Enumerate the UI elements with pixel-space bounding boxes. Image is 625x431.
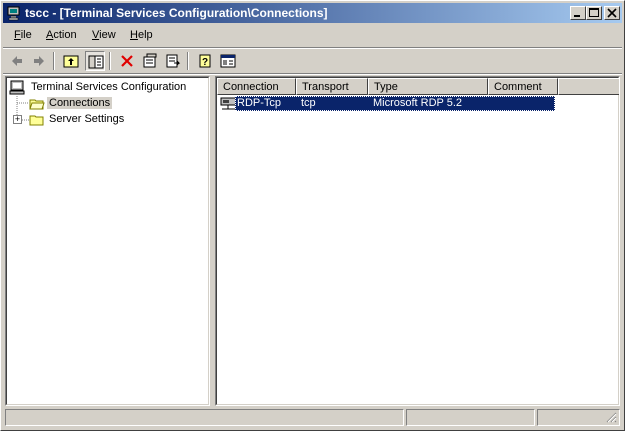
minimize-button[interactable] — [570, 6, 586, 20]
properties-icon — [143, 53, 157, 68]
computer-icon — [9, 80, 25, 95]
cell-transport: tcp — [301, 97, 316, 109]
status-bar-panel-main — [5, 409, 404, 426]
show-hide-tree-button[interactable] — [85, 51, 105, 71]
close-icon — [607, 8, 617, 18]
export-list-icon — [166, 54, 181, 68]
toolbar: ? — [3, 49, 622, 73]
table-row[interactable]: RDP-Tcp tcp Microsoft RDP 5.2 — [217, 96, 555, 111]
console-tree-button[interactable] — [218, 51, 238, 71]
column-header-filler — [558, 78, 619, 95]
back-button[interactable] — [7, 51, 27, 71]
column-header-transport[interactable]: Transport — [296, 78, 368, 95]
column-header-comment[interactable]: Comment — [488, 78, 558, 95]
help-icon: ? — [199, 54, 211, 68]
properties-button[interactable] — [140, 51, 160, 71]
title-bar[interactable]: tscc - [Terminal Services Configuration\… — [3, 3, 622, 23]
maximize-icon — [589, 8, 599, 17]
tscc-app-icon — [7, 6, 20, 21]
delete-icon — [121, 55, 133, 67]
maximize-button[interactable] — [586, 6, 602, 20]
column-header-type[interactable]: Type — [368, 78, 488, 95]
toolbar-separator — [187, 52, 189, 70]
up-one-level-button[interactable] — [61, 51, 81, 71]
toolbar-bottom-separator — [3, 73, 622, 75]
forward-icon — [34, 56, 44, 66]
tree-item-label: Server Settings — [49, 113, 125, 125]
close-button[interactable] — [604, 6, 620, 20]
expand-icon[interactable]: + — [13, 115, 22, 124]
resize-grip-icon[interactable] — [605, 411, 617, 423]
cell-connection: RDP-Tcp — [237, 97, 282, 109]
details-list-pane[interactable]: Connection Transport Type Comment RDP-Tc… — [215, 76, 620, 406]
app-window: tscc - [Terminal Services Configuration\… — [0, 0, 625, 431]
svg-text:?: ? — [202, 57, 208, 68]
delete-button[interactable] — [117, 51, 137, 71]
menu-view[interactable]: View — [92, 29, 116, 41]
status-bar-panel-3 — [537, 409, 620, 426]
export-list-button[interactable] — [163, 51, 183, 71]
show-hide-tree-icon — [88, 55, 104, 69]
folder-icon — [29, 115, 44, 126]
menu-action[interactable]: Action — [46, 29, 77, 41]
menu-help[interactable]: Help — [130, 29, 153, 41]
tree-item-label: Connections — [47, 97, 113, 109]
menu-bar: File Action View Help — [3, 26, 622, 46]
console-tree-icon — [220, 54, 236, 68]
forward-button[interactable] — [29, 51, 49, 71]
status-bar-panel-2 — [406, 409, 535, 426]
folder-open-icon — [29, 99, 45, 110]
back-icon — [12, 56, 22, 66]
up-folder-icon — [63, 55, 79, 68]
toolbar-separator — [53, 52, 55, 70]
cell-type: Microsoft RDP 5.2 — [373, 97, 463, 109]
minimize-icon — [574, 15, 580, 17]
column-header-connection[interactable]: Connection — [217, 78, 296, 95]
window-title: tscc - [Terminal Services Configuration\… — [25, 6, 328, 20]
menu-file[interactable]: File — [14, 29, 32, 41]
toolbar-separator — [109, 52, 111, 70]
help-button[interactable]: ? — [195, 51, 215, 71]
console-tree-pane[interactable]: Terminal Services Configuration Connecti… — [5, 76, 210, 406]
tree-root-label: Terminal Services Configuration — [31, 81, 187, 93]
